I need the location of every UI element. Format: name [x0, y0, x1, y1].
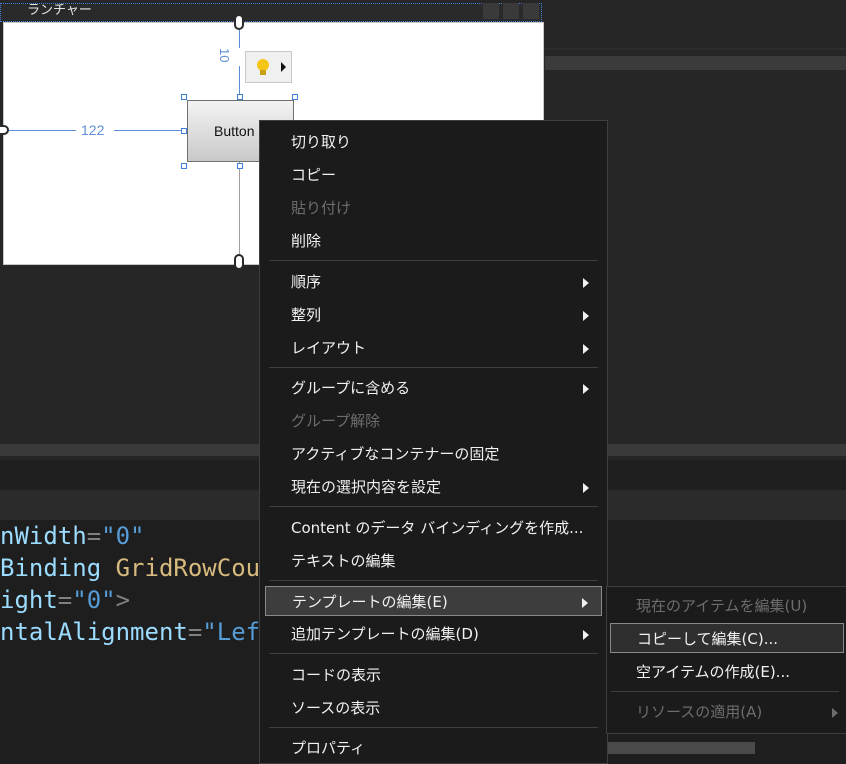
menu-item-ungroup: グループ解除 [291, 412, 381, 430]
menu-separator [611, 691, 839, 692]
menu-item-properties[interactable]: プロパティ [265, 733, 602, 763]
context-menu: 切り取り コピー 貼り付け 削除 順序 整列 レイアウト グループに含める グル… [259, 120, 608, 764]
menu-separator [269, 653, 598, 654]
menu-item-copy[interactable]: コピー [265, 160, 602, 190]
code-line[interactable]: Binding GridRowCou [0, 552, 260, 584]
menu-item-layout[interactable]: レイアウト [265, 333, 602, 363]
menu-item-edit-text[interactable]: テキストの編集 [265, 546, 602, 576]
resize-handle-s[interactable] [237, 163, 243, 169]
code-line[interactable]: ntalAlignment="Lef [0, 616, 260, 648]
maximize-button[interactable] [503, 3, 519, 19]
template-submenu: 現在のアイテムを編集(U) コピーして編集(C)... 空アイテムの作成(E).… [606, 586, 846, 734]
submenu-item-apply-resource: リソースの適用(A) [610, 697, 844, 727]
designer-divider [545, 48, 846, 50]
menu-separator [269, 727, 598, 728]
menu-item-edit-additional-templates[interactable]: 追加テンプレートの編集(D) [265, 619, 602, 649]
margin-left-line-right [114, 130, 186, 131]
menu-item-paste: 貼り付け [291, 199, 352, 217]
menu-item-create-data-binding[interactable]: Content のデータ バインディングを作成... [265, 513, 602, 543]
lightbulb-icon [257, 59, 286, 75]
quick-actions-button[interactable] [245, 51, 292, 83]
resize-handle-w[interactable] [181, 128, 187, 134]
code-line[interactable]: ight="0"> [0, 584, 130, 616]
editor-horizontal-scrollbar[interactable] [605, 742, 755, 754]
minimize-button[interactable] [483, 3, 499, 19]
submenu-item-create-empty[interactable]: 空アイテムの作成(E)... [610, 657, 844, 687]
submenu-arrow-icon [583, 384, 589, 394]
resize-handle-nw[interactable] [181, 94, 187, 100]
resize-handle-n[interactable] [237, 94, 243, 100]
menu-item-edit-template[interactable]: テンプレートの編集(E) [265, 586, 602, 616]
menu-item-group-into[interactable]: グループに含める [265, 373, 602, 403]
submenu-arrow-icon [583, 311, 589, 321]
submenu-item-edit-a-copy[interactable]: コピーして編集(C)... [610, 623, 844, 653]
menu-separator [269, 367, 598, 368]
code-line[interactable]: nWidth="0" [0, 520, 145, 552]
margin-left-line [4, 130, 76, 131]
margin-top-value[interactable]: 10 [217, 48, 232, 62]
submenu-arrow-icon [583, 630, 589, 640]
menu-item-order[interactable]: 順序 [265, 267, 602, 297]
margin-top-line [239, 30, 240, 48]
window-title: ランチャー [27, 3, 92, 18]
designer-scrollbar[interactable] [545, 56, 846, 70]
close-button[interactable] [523, 3, 539, 19]
menu-separator [269, 260, 598, 261]
submenu-arrow-icon [583, 483, 589, 493]
button-label: Button [214, 123, 255, 139]
menu-item-view-source[interactable]: ソースの表示 [265, 693, 602, 723]
menu-separator [269, 506, 598, 507]
menu-item-cut[interactable]: 切り取り [265, 127, 602, 157]
menu-separator [269, 580, 598, 581]
submenu-arrow-icon [832, 708, 838, 718]
menu-item-view-code[interactable]: コードの表示 [265, 660, 602, 690]
submenu-item-edit-current: 現在のアイテムを編集(U) [636, 597, 808, 615]
submenu-arrow-icon [582, 598, 588, 608]
menu-item-delete[interactable]: 削除 [265, 226, 602, 256]
resize-handle-ne[interactable] [292, 94, 298, 100]
resize-handle-sw[interactable] [181, 163, 187, 169]
bottom-anchor-icon[interactable] [234, 254, 244, 270]
submenu-arrow-icon [583, 344, 589, 354]
submenu-arrow-icon [583, 278, 589, 288]
margin-bottom-line [239, 162, 240, 254]
menu-item-align[interactable]: 整列 [265, 300, 602, 330]
top-anchor-icon[interactable] [234, 14, 244, 30]
margin-left-value[interactable]: 122 [80, 122, 106, 138]
menu-item-pin-active-container[interactable]: アクティブなコンテナーの固定 [265, 439, 602, 469]
menu-item-set-current-selection[interactable]: 現在の選択内容を設定 [265, 472, 602, 502]
